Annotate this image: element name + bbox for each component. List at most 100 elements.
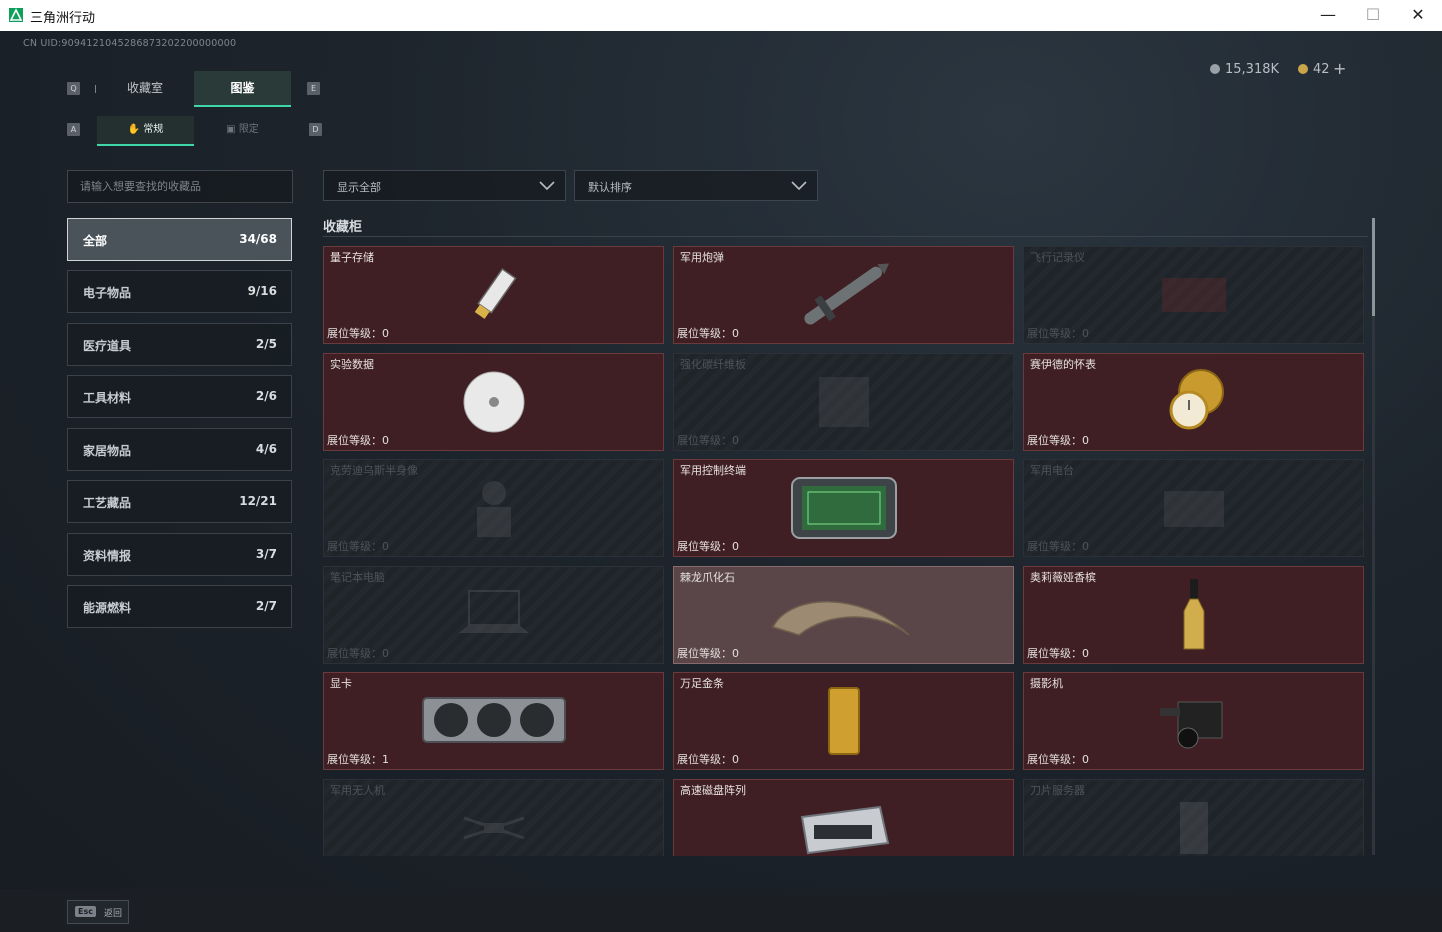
item-card[interactable]: 强化碳纤维板 展位等级：0 xyxy=(673,353,1014,451)
filter-dropdown[interactable]: 显示全部 xyxy=(323,170,566,201)
item-card[interactable]: 显卡 展位等级：1 xyxy=(323,672,664,770)
back-button[interactable]: Esc 返回 xyxy=(67,900,129,924)
bottom-bar: Esc 返回 xyxy=(0,889,1442,932)
app-logo-icon xyxy=(9,8,23,22)
category-tools[interactable]: 工具材料 2/6 xyxy=(67,375,292,418)
category-count: 3/7 xyxy=(255,547,277,561)
category-label: 能源燃料 xyxy=(83,601,132,615)
item-card[interactable]: 克劳迪乌斯半身像 展位等级：0 xyxy=(323,459,664,557)
item-name: 实验数据 xyxy=(330,358,374,371)
item-level: 展位等级：0 xyxy=(677,647,739,660)
item-card[interactable]: 摄影机 展位等级：0 xyxy=(1023,672,1364,770)
item-card[interactable]: 赛伊德的怀表 展位等级：0 xyxy=(1023,353,1364,451)
missile-icon xyxy=(803,263,889,325)
coin-amount: 15,318K xyxy=(1225,62,1280,77)
item-level: 展位等级：0 xyxy=(327,434,389,447)
bust-icon xyxy=(476,481,511,537)
carbon-plate-icon xyxy=(818,377,869,427)
category-household[interactable]: 家居物品 4/6 xyxy=(67,428,292,471)
blade-server-icon xyxy=(1179,802,1208,854)
hand-icon: ✋ xyxy=(127,124,141,135)
camera-icon xyxy=(1159,701,1222,749)
subtab-limited[interactable]: ▣ 限定 xyxy=(194,116,291,144)
item-level: 展位等级：1 xyxy=(327,753,389,766)
item-card[interactable]: 万足金条 展位等级：0 xyxy=(673,672,1014,770)
item-name: 赛伊德的怀表 xyxy=(1030,358,1096,371)
item-name: 强化碳纤维板 xyxy=(680,358,746,371)
category-fuel[interactable]: 能源燃料 2/7 xyxy=(67,585,292,628)
item-card[interactable]: 奥莉薇娅香槟 展位等级：0 xyxy=(1023,566,1364,664)
item-card[interactable]: 飞行记录仪 展位等级：0 xyxy=(1023,246,1364,344)
champagne-icon xyxy=(1183,579,1204,650)
item-level: 展位等级：0 xyxy=(1027,753,1089,766)
token-icon xyxy=(1298,64,1308,74)
collection-grid: 量子存储 展位等级：0 军用炮弹 展位等级：0 飞行记录仪 展位等级：0 实验数… xyxy=(323,246,1368,856)
subtab-regular[interactable]: ✋ 常规 xyxy=(97,116,194,146)
category-count: 4/6 xyxy=(255,442,277,456)
chevron-down-icon xyxy=(791,181,807,191)
item-name: 量子存储 xyxy=(330,251,374,264)
item-name: 克劳迪乌斯半身像 xyxy=(330,464,418,477)
esc-key-hint: Esc xyxy=(75,906,96,917)
tab-guide[interactable]: 图鉴 xyxy=(194,71,291,107)
search-box xyxy=(67,170,293,203)
item-card[interactable]: 笔记本电脑 展位等级：0 xyxy=(323,566,664,664)
category-all[interactable]: 全部 34/68 xyxy=(67,218,292,261)
game-viewport: CN UID:9094121045286873202200000000 15,3… xyxy=(0,31,1442,932)
category-label: 工具材料 xyxy=(83,391,132,405)
item-level: 展位等级：0 xyxy=(327,327,389,340)
item-name: 摄影机 xyxy=(1030,677,1063,690)
category-label: 家居物品 xyxy=(83,444,132,458)
category-count: 9/16 xyxy=(247,284,277,298)
coin-icon xyxy=(1210,64,1220,74)
claw-fossil-icon xyxy=(771,601,910,636)
item-card[interactable]: 军用炮弹 展位等级：0 xyxy=(673,246,1014,344)
category-count: 2/5 xyxy=(255,337,277,351)
item-card[interactable]: 高速磁盘阵列 xyxy=(673,779,1014,856)
close-button[interactable]: ✕ xyxy=(1395,0,1441,31)
item-card[interactable]: 量子存储 展位等级：0 xyxy=(323,246,664,344)
radio-icon xyxy=(1163,491,1224,527)
item-name: 显卡 xyxy=(330,677,352,690)
item-level: 展位等级：0 xyxy=(1027,647,1089,660)
sort-dropdown[interactable]: 默认排序 xyxy=(574,170,818,201)
category-label: 电子物品 xyxy=(83,286,132,300)
minimize-button[interactable]: — xyxy=(1305,0,1351,31)
item-card[interactable]: 棘龙爪化石 展位等级：0 xyxy=(673,566,1014,664)
coin-balance: 15,318K xyxy=(1210,62,1279,77)
item-card[interactable]: 军用无人机 xyxy=(323,779,664,856)
search-input[interactable] xyxy=(68,171,292,202)
scrollbar-thumb[interactable] xyxy=(1372,218,1375,316)
item-name: 笔记本电脑 xyxy=(330,571,385,584)
graphics-card-icon xyxy=(421,697,566,743)
key-hint-e: E xyxy=(307,82,320,95)
disk-array-icon xyxy=(800,805,889,855)
drone-icon xyxy=(463,816,524,840)
maximize-button[interactable]: ☐ xyxy=(1350,0,1396,31)
item-card[interactable]: 军用控制终端 展位等级：0 xyxy=(673,459,1014,557)
subtab-regular-label: 常规 xyxy=(143,124,164,135)
subtab-limited-label: 限定 xyxy=(238,124,259,135)
section-divider xyxy=(323,236,1368,237)
item-card[interactable]: 刀片服务器 xyxy=(1023,779,1364,856)
image-icon: ▣ xyxy=(226,124,236,135)
item-name: 奥莉薇娅香槟 xyxy=(1030,571,1096,584)
uid-text: CN UID:9094121045286873202200000000 xyxy=(23,38,237,49)
item-name: 军用控制终端 xyxy=(680,464,746,477)
flight-recorder-icon xyxy=(1161,278,1226,312)
window-titlebar: 三角洲行动 — ☐ ✕ xyxy=(0,0,1442,32)
tab-collection-room[interactable]: 收藏室 xyxy=(96,71,194,105)
section-title: 收藏柜 xyxy=(323,220,363,235)
add-currency-button[interactable]: + xyxy=(1333,59,1346,78)
category-electronics[interactable]: 电子物品 9/16 xyxy=(67,270,292,313)
category-intel[interactable]: 资料情报 3/7 xyxy=(67,533,292,576)
item-level: 展位等级：0 xyxy=(677,434,739,447)
item-card[interactable]: 军用电台 展位等级：0 xyxy=(1023,459,1364,557)
item-card[interactable]: 实验数据 展位等级：0 xyxy=(323,353,664,451)
item-level: 展位等级：0 xyxy=(677,753,739,766)
category-count: 2/6 xyxy=(255,389,277,403)
category-medical[interactable]: 医疗道具 2/5 xyxy=(67,323,292,366)
item-name: 军用无人机 xyxy=(330,784,385,797)
category-crafts[interactable]: 工艺藏品 12/21 xyxy=(67,480,292,523)
item-level: 展位等级：0 xyxy=(677,327,739,340)
